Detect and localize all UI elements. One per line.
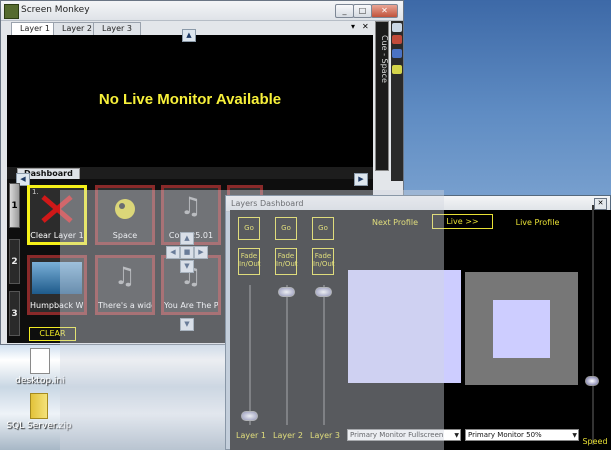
- fade-button-layer-1[interactable]: Fade In/Out: [238, 248, 261, 275]
- layer-label-1: Layer 1: [236, 431, 266, 440]
- fader-track-layer-1: [249, 285, 251, 425]
- close-button[interactable]: ✕: [371, 4, 398, 18]
- nav-center-icon[interactable]: ■: [180, 246, 194, 259]
- minimize-button[interactable]: _: [335, 4, 354, 18]
- window-title: Screen Monkey: [21, 5, 90, 15]
- speed-track: [592, 205, 594, 445]
- cue-tile[interactable]: Space: [95, 185, 155, 245]
- cue-label: Space: [112, 231, 138, 240]
- fader-track-layer-2: [286, 285, 288, 425]
- scroll-down-icon[interactable]: ▼: [180, 318, 194, 331]
- cue-label: You Are The Perfe: [164, 301, 218, 310]
- next-profile-select[interactable]: Primary Monitor Fullscreen ▼: [347, 429, 461, 441]
- record-tool-icon[interactable]: [392, 35, 402, 44]
- tab-close-icon[interactable]: ✕: [362, 22, 369, 31]
- live-monitor: No Live Monitor Available: [7, 35, 373, 167]
- nav-up-icon[interactable]: ▲: [180, 232, 194, 245]
- fader-knob-layer-2[interactable]: [278, 287, 295, 297]
- zip-file-icon: [30, 393, 48, 419]
- side-panel-label[interactable]: Cue - Space: [375, 29, 389, 89]
- desktop-icon-label: SQL Server.zip: [6, 421, 72, 431]
- desktop-icon-zip[interactable]: SQL Server.zip: [4, 393, 74, 431]
- live-profile-label: Live Profile: [515, 218, 560, 227]
- next-profile-preview: [348, 270, 461, 383]
- layer-label-2: Layer 2: [273, 431, 303, 440]
- nav-right-icon[interactable]: ▶: [194, 246, 208, 259]
- layers-close-button[interactable]: ✕: [594, 198, 607, 210]
- clear-button[interactable]: CLEAR: [29, 327, 76, 341]
- row-number-2[interactable]: 2: [9, 239, 20, 284]
- live-profile-select-value: Primary Monitor 50%: [468, 431, 542, 439]
- tab-layer-3[interactable]: Layer 3: [93, 22, 141, 35]
- row-number-3[interactable]: 3: [9, 291, 20, 336]
- scroll-right-icon[interactable]: ▶: [354, 173, 368, 186]
- fade-button-layer-2[interactable]: Fade In/Out: [275, 248, 298, 275]
- cue-tile[interactable]: ♫ There's a wideness: [95, 255, 155, 315]
- whale-image: [32, 262, 82, 294]
- nav-down-icon[interactable]: ▼: [180, 260, 194, 273]
- cue-label: Humpback Whale: [30, 301, 84, 310]
- desktop-icon-ini[interactable]: desktop.ini: [5, 348, 75, 386]
- cue-number: 1.: [32, 188, 39, 196]
- side-toolbar: [391, 21, 403, 181]
- row-number-1[interactable]: 1: [9, 183, 20, 228]
- chevron-down-icon: ▼: [454, 432, 459, 439]
- cue-tile[interactable]: Humpback Whale: [27, 255, 87, 315]
- fader-knob-layer-3[interactable]: [315, 287, 332, 297]
- speed-knob[interactable]: [585, 376, 599, 386]
- live-button[interactable]: Live >>: [432, 214, 493, 229]
- go-button-layer-3[interactable]: Go: [312, 217, 334, 240]
- fader-knob-layer-1[interactable]: [241, 411, 258, 421]
- layers-window-title: Layers Dashboard: [231, 199, 304, 208]
- tab-layer-1[interactable]: Layer 1: [11, 22, 59, 35]
- fader-track-layer-3: [323, 285, 325, 425]
- go-button-layer-1[interactable]: Go: [238, 217, 260, 240]
- tab-dropdown-icon[interactable]: ▾: [351, 22, 355, 31]
- go-button-layer-2[interactable]: Go: [275, 217, 297, 240]
- layer-label-3: Layer 3: [310, 431, 340, 440]
- scroll-up-icon[interactable]: ▲: [182, 29, 196, 42]
- cue-label: Clear Layer 1: [30, 231, 84, 240]
- speed-label: Speed: [582, 437, 608, 446]
- layers-tool-icon[interactable]: [392, 65, 402, 74]
- music-notes-icon: ♫: [180, 192, 202, 220]
- space-icon: [115, 199, 135, 219]
- live-profile-select[interactable]: Primary Monitor 50% ▼: [465, 429, 579, 441]
- nav-left-icon[interactable]: ◀: [166, 246, 180, 259]
- maximize-button[interactable]: □: [353, 4, 372, 18]
- monitor-message: No Live Monitor Available: [98, 91, 282, 108]
- cue-tile[interactable]: 1. Clear Layer 1: [27, 185, 87, 245]
- fade-button-layer-3[interactable]: Fade In/Out: [312, 248, 335, 275]
- live-profile-preview-inner: [493, 300, 550, 358]
- cue-label: There's a wideness: [98, 301, 152, 310]
- red-x-icon: [41, 195, 73, 223]
- next-profile-label: Next Profile: [371, 218, 419, 227]
- pen-tool-icon[interactable]: [392, 49, 402, 58]
- monitor-tool-icon[interactable]: [392, 23, 402, 32]
- screen-monkey-app-icon: [4, 4, 19, 19]
- chevron-down-icon: ▼: [572, 432, 577, 439]
- desktop-icon-label: desktop.ini: [15, 376, 65, 386]
- next-profile-select-value: Primary Monitor Fullscreen: [350, 431, 444, 439]
- music-notes-icon: ♫: [114, 262, 136, 290]
- file-icon: [30, 348, 50, 374]
